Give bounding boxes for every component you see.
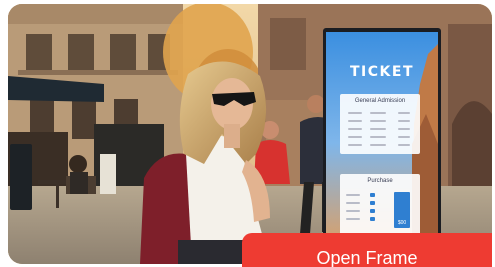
quantity-stepper [370,193,375,197]
quantity-stepper [370,201,375,205]
promo-photo: TICKET General Admission Purchase $00 [8,4,492,264]
general-admission-heading: General Admission [354,98,406,104]
kiosk-title: TICKET [350,64,414,80]
purchase-heading: Purchase [367,178,393,184]
kiosk-screen: TICKET General Admission Purchase $00 [326,32,438,234]
quantity-stepper [370,209,375,213]
purchase-panel: Purchase $00 [340,174,420,234]
left-building [8,4,183,189]
price-total-box: $00 [394,192,410,228]
general-admission-panel: General Admission [340,94,420,154]
quantity-stepper [370,217,375,221]
price-total-label: $00 [397,220,407,226]
open-frame-badge[interactable]: Open Frame [242,233,492,267]
open-frame-label: Open Frame [316,248,418,267]
